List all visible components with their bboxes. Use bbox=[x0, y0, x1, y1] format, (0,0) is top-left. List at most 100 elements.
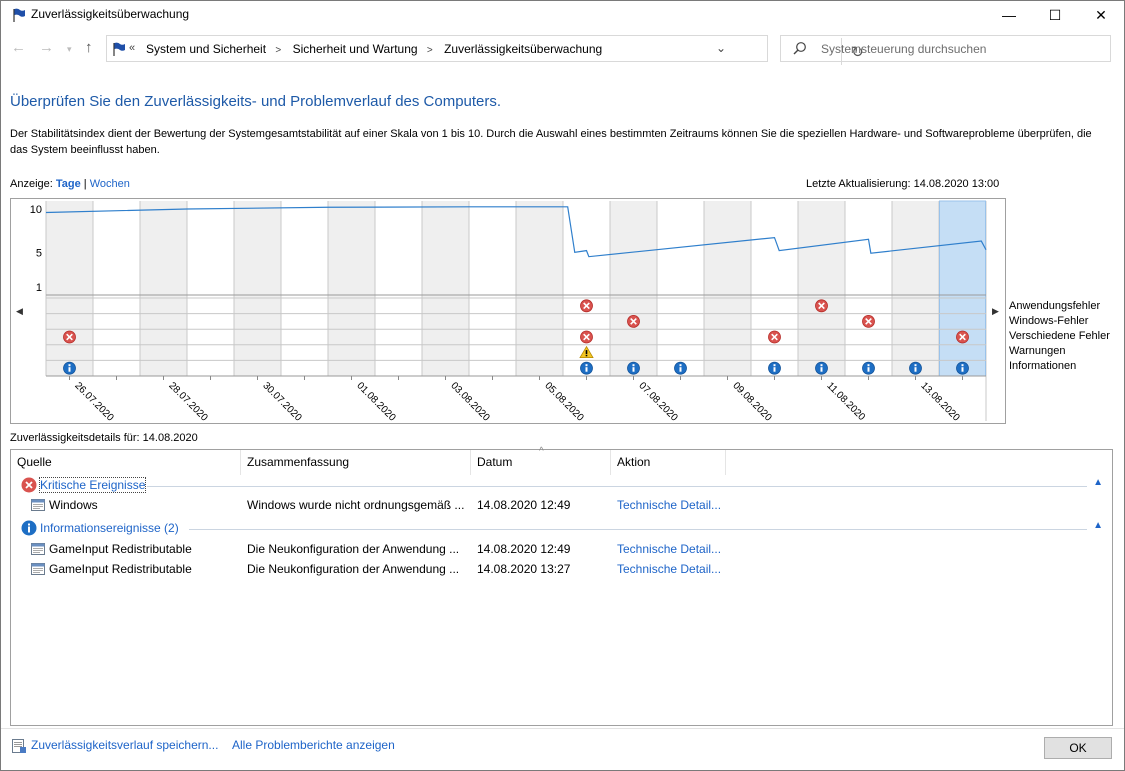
day-column bbox=[939, 201, 986, 376]
info-event-glyph bbox=[632, 367, 635, 372]
group-title: Kritische Ereignisse bbox=[38, 477, 147, 493]
group-title: Informationsereignisse (2) bbox=[40, 521, 179, 535]
x-tick-label: 03.08.2020 bbox=[448, 380, 491, 423]
column-header-action[interactable]: Aktion bbox=[611, 450, 726, 475]
table-row[interactable]: Windows Windows wurde nicht ordnungsgemä… bbox=[11, 495, 1111, 515]
column-header-source[interactable]: Quelle bbox=[11, 450, 241, 475]
day-column bbox=[657, 201, 704, 376]
critical-error-icon bbox=[21, 477, 37, 496]
technical-details-link[interactable]: Technische Detail... bbox=[617, 562, 721, 576]
window-title: Zuverlässigkeitsüberwachung bbox=[31, 7, 190, 21]
row-date: 14.08.2020 12:49 bbox=[477, 542, 571, 556]
maximize-button[interactable]: ☐ bbox=[1032, 1, 1078, 29]
x-tick-label: 13.08.2020 bbox=[918, 380, 961, 423]
application-icon bbox=[31, 563, 45, 578]
day-column bbox=[845, 201, 892, 376]
search-icon bbox=[793, 41, 807, 58]
row-summary: Die Neukonfiguration der Anwendung ... bbox=[247, 562, 460, 576]
technical-details-link[interactable]: Technische Detail... bbox=[617, 542, 721, 556]
breadcrumb-item[interactable]: System und Sicherheit bbox=[146, 42, 266, 56]
overflow-chevron-icon[interactable]: « bbox=[129, 42, 135, 54]
technical-details-link[interactable]: Technische Detail... bbox=[617, 498, 721, 512]
forward-arrow-icon[interactable]: → bbox=[39, 39, 54, 56]
x-tick-label: 11.08.2020 bbox=[824, 380, 867, 423]
info-event-glyph bbox=[68, 367, 71, 372]
y-tick-label: 10 bbox=[30, 204, 42, 216]
table-row[interactable]: GameInput Redistributable Die Neukonfigu… bbox=[11, 559, 1111, 579]
breadcrumb-separator-icon[interactable]: > bbox=[427, 45, 433, 56]
breadcrumb-item[interactable]: Sicherheit und Wartung bbox=[293, 42, 418, 56]
flag-icon bbox=[111, 41, 127, 60]
all-reports-link[interactable]: Alle Problemberichte anzeigen bbox=[232, 738, 395, 752]
save-history-link[interactable]: Zuverlässigkeitsverlauf speichern... bbox=[31, 738, 218, 752]
x-tick-label: 26.07.2020 bbox=[72, 380, 115, 423]
minimize-button[interactable]: — bbox=[986, 1, 1032, 29]
y-tick-label: 5 bbox=[36, 247, 42, 259]
address-row: ← → ▾ ↑ « System und Sicherheit > Sicher… bbox=[1, 33, 1124, 65]
info-event-dot bbox=[585, 364, 588, 367]
row-source: GameInput Redistributable bbox=[49, 562, 192, 576]
breadcrumb-item[interactable]: Zuverlässigkeitsüberwachung bbox=[444, 42, 602, 56]
day-column bbox=[751, 201, 798, 376]
title-bar: Zuverlässigkeitsüberwachung — ☐ ✕ bbox=[1, 1, 1124, 29]
row-summary: Windows wurde nicht ordnungsgemäß ... bbox=[247, 498, 465, 512]
day-column bbox=[516, 201, 563, 376]
x-tick-label: 28.07.2020 bbox=[166, 380, 209, 423]
ok-button[interactable]: OK bbox=[1044, 737, 1112, 759]
address-bar[interactable]: « System und Sicherheit > Sicherheit und… bbox=[106, 35, 864, 65]
details-table: Quelle Zusammenfassung Datum Aktion ^ Kr… bbox=[10, 446, 1113, 726]
group-information-events[interactable]: Informationsereignisse (2) ▲ bbox=[19, 518, 1109, 538]
save-report-icon bbox=[11, 738, 27, 757]
chart-left-arrow-icon[interactable]: ◀ bbox=[16, 306, 23, 317]
last-update: Letzte Aktualisierung: 14.08.2020 13:00 bbox=[806, 178, 1000, 190]
information-icon bbox=[21, 520, 37, 539]
info-event-glyph bbox=[914, 367, 917, 372]
warning-event-glyph bbox=[585, 350, 588, 355]
minimize-icon: — bbox=[1002, 7, 1016, 23]
chevron-down-icon[interactable]: ⌄ bbox=[716, 41, 726, 55]
category-information: Informationen bbox=[1009, 360, 1077, 372]
day-column bbox=[140, 201, 187, 376]
day-column bbox=[93, 201, 140, 376]
info-event-dot bbox=[632, 364, 635, 367]
stability-chart[interactable]: 10 5 1 26.07.2020 28.07.2020 30.07.2020 01.08.… bbox=[10, 198, 1006, 424]
row-source: GameInput Redistributable bbox=[49, 542, 192, 556]
row-date: 14.08.2020 13:27 bbox=[477, 562, 571, 576]
close-button[interactable]: ✕ bbox=[1078, 1, 1124, 29]
row-date: 14.08.2020 12:49 bbox=[477, 498, 571, 512]
page-title: Überprüfen Sie den Zuverlässigkeits- und… bbox=[10, 93, 502, 110]
up-arrow-icon[interactable]: ↑ bbox=[85, 39, 93, 56]
y-tick-label: 1 bbox=[36, 282, 42, 294]
info-event-dot bbox=[68, 364, 71, 367]
table-row[interactable]: GameInput Redistributable Die Neukonfigu… bbox=[11, 539, 1111, 559]
search-input[interactable] bbox=[821, 40, 1101, 58]
view-weeks-link[interactable]: Wochen bbox=[90, 178, 130, 190]
collapse-icon[interactable]: ▲ bbox=[1093, 477, 1103, 488]
day-column bbox=[422, 201, 469, 376]
recent-dropdown-icon[interactable]: ▾ bbox=[67, 44, 72, 55]
collapse-icon[interactable]: ▲ bbox=[1093, 520, 1103, 531]
view-days-link[interactable]: Tage bbox=[56, 178, 81, 190]
info-event-dot bbox=[961, 364, 964, 367]
flag-icon bbox=[11, 7, 27, 26]
info-event-glyph bbox=[679, 367, 682, 372]
warning-event-dot bbox=[585, 354, 588, 357]
day-column bbox=[375, 201, 422, 376]
stability-chart-svg[interactable]: 10 5 1 26.07.2020 28.07.2020 30.07.2020 01.08.… bbox=[11, 199, 1007, 425]
row-source: Windows bbox=[49, 498, 98, 512]
breadcrumb-separator-icon[interactable]: > bbox=[275, 45, 281, 56]
chart-right-arrow-icon[interactable]: ▶ bbox=[992, 306, 999, 317]
group-critical-events[interactable]: Kritische Ereignisse ▲ bbox=[19, 475, 1109, 495]
application-icon bbox=[31, 543, 45, 558]
application-icon bbox=[31, 499, 45, 514]
info-event-dot bbox=[867, 364, 870, 367]
info-event-glyph bbox=[867, 367, 870, 372]
day-column bbox=[46, 201, 93, 376]
back-arrow-icon[interactable]: ← bbox=[11, 39, 26, 56]
info-event-dot bbox=[679, 364, 682, 367]
column-header-summary[interactable]: Zusammenfassung bbox=[241, 450, 471, 475]
day-column bbox=[798, 201, 845, 376]
category-windows-errors: Windows-Fehler bbox=[1009, 315, 1089, 327]
day-column bbox=[281, 201, 328, 376]
day-column bbox=[328, 201, 375, 376]
